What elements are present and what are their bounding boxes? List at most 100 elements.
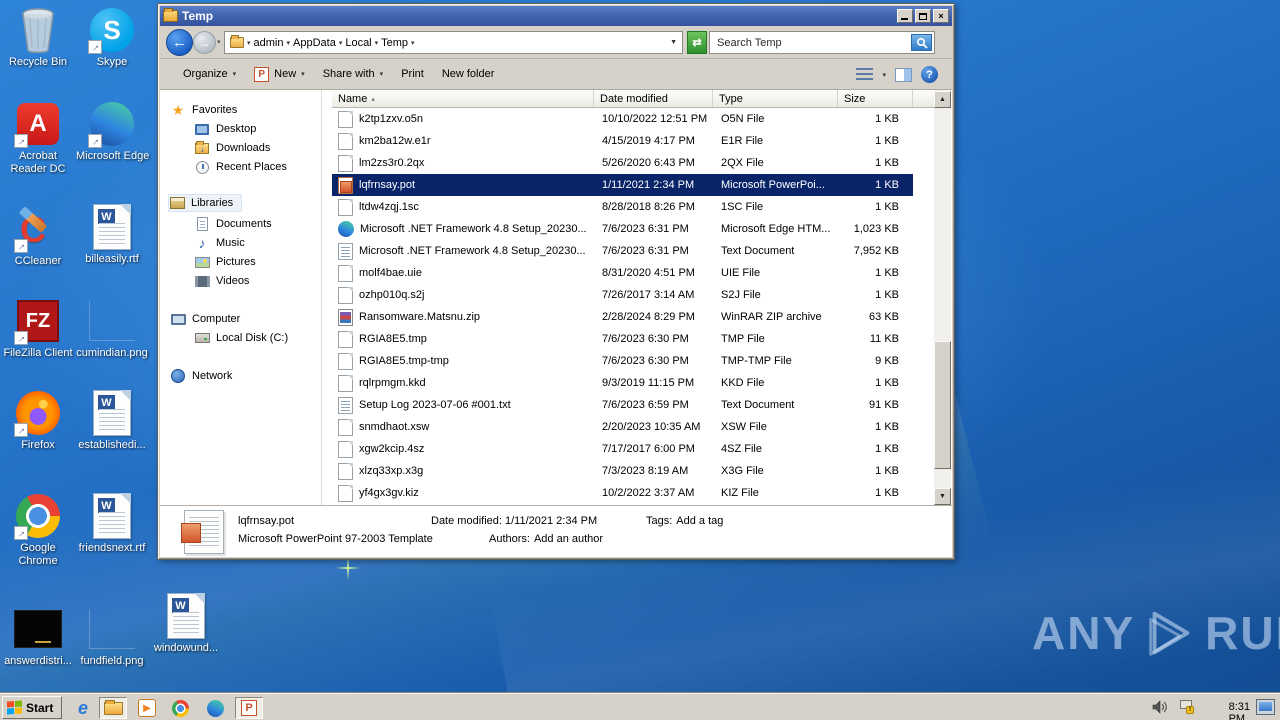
file-row[interactable]: molf4bae.uie 8/31/2020 4:51 PM UIE File … bbox=[332, 262, 913, 284]
file-row[interactable]: rqlrpmgm.kkd 9/3/2019 11:15 PM KKD File … bbox=[332, 372, 913, 394]
taskbar-edge[interactable] bbox=[204, 697, 226, 719]
file-row[interactable]: k2tp1zxv.o5n 10/10/2022 12:51 PM O5N Fil… bbox=[332, 108, 913, 130]
file-row[interactable]: snmdhaot.xsw 2/20/2023 10:35 AM XSW File… bbox=[332, 416, 913, 438]
desktop-icon-skype[interactable]: S → Skype bbox=[76, 6, 148, 69]
taskbar-clock[interactable]: 8:31 PM bbox=[1229, 701, 1250, 720]
file-row[interactable]: km2ba12w.e1r 4/15/2019 4:17 PM E1R File … bbox=[332, 130, 913, 152]
column-header-date-modified[interactable]: Date modified bbox=[594, 90, 713, 107]
breadcrumb[interactable]: ▾ admin ▾ AppData ▾ Local ▾ Temp ▾ ▼ bbox=[224, 31, 683, 54]
address-dropdown-icon[interactable]: ▼ bbox=[670, 39, 677, 46]
print-button[interactable]: Print bbox=[392, 64, 433, 84]
sidebar-item-local-disk-c[interactable]: Local Disk (C:) bbox=[194, 329, 288, 347]
breadcrumb-separator-icon[interactable]: ▾ bbox=[339, 39, 343, 47]
desktop-icon-chrome[interactable]: → Google Chrome bbox=[2, 492, 74, 568]
sidebar-section-network[interactable]: Network bbox=[170, 367, 232, 385]
file-row[interactable]: Ransomware.Matsnu.zip 2/28/2024 8:29 PM … bbox=[332, 306, 913, 328]
sidebar-item-videos[interactable]: Videos bbox=[194, 272, 249, 290]
desktop-icon-firefox[interactable]: → Firefox bbox=[2, 389, 74, 452]
scroll-down-button[interactable]: ▼ bbox=[934, 488, 951, 505]
sidebar-item-downloads[interactable]: ↓ Downloads bbox=[194, 139, 270, 157]
sidebar-section-favorites[interactable]: ★ Favorites bbox=[170, 101, 238, 119]
help-icon[interactable]: ? bbox=[921, 66, 938, 83]
sidebar-item-recent-places[interactable]: Recent Places bbox=[194, 158, 287, 176]
breadcrumb-separator-icon[interactable]: ▾ bbox=[286, 39, 290, 47]
details-add-tag-link[interactable]: Add a tag bbox=[676, 515, 723, 527]
forward-button[interactable]: → bbox=[193, 31, 216, 54]
file-row[interactable]: RGIA8E5.tmp-tmp 7/6/2023 6:30 PM TMP-TMP… bbox=[332, 350, 913, 372]
shortcut-arrow-icon: → bbox=[13, 238, 29, 254]
desktop-icon-ccleaner[interactable]: C → CCleaner bbox=[2, 205, 74, 268]
desktop-icon-recycle-bin[interactable]: Recycle Bin bbox=[2, 6, 74, 69]
desktop-icon-fundfield[interactable]: fundfield.png bbox=[76, 605, 148, 668]
pane-divider bbox=[321, 90, 322, 505]
file-row[interactable]: ltdw4zqj.1sc 8/28/2018 8:26 PM 1SC File … bbox=[332, 196, 913, 218]
taskbar-media-player[interactable]: ▶ bbox=[136, 697, 158, 719]
taskbar-windows-explorer-active[interactable] bbox=[99, 697, 127, 719]
start-button[interactable]: Start bbox=[2, 696, 62, 719]
new-button[interactable]: P New ▾ bbox=[245, 63, 314, 86]
close-button[interactable]: × bbox=[933, 9, 949, 23]
breadcrumb-separator-icon[interactable]: ▾ bbox=[375, 39, 379, 47]
sidebar-item-pictures[interactable]: Pictures bbox=[194, 253, 256, 271]
breadcrumb-separator-icon[interactable]: ▾ bbox=[411, 39, 415, 47]
magnifier-icon bbox=[916, 37, 928, 49]
file-row[interactable]: RGIA8E5.tmp 7/6/2023 6:30 PM TMP File 11… bbox=[332, 328, 913, 350]
file-row[interactable]: ozhp010q.s2j 7/26/2017 3:14 AM S2J File … bbox=[332, 284, 913, 306]
file-row[interactable]: Microsoft .NET Framework 4.8 Setup_20230… bbox=[332, 218, 913, 240]
minimize-button[interactable] bbox=[897, 9, 913, 23]
title-bar[interactable]: Temp × bbox=[160, 6, 952, 26]
back-button[interactable]: ← bbox=[166, 29, 193, 56]
sidebar-section-computer[interactable]: Computer bbox=[170, 310, 240, 328]
desktop-icon-friendsnext[interactable]: W friendsnext.rtf bbox=[76, 492, 148, 555]
file-row[interactable]: Microsoft .NET Framework 4.8 Setup_20230… bbox=[332, 240, 913, 262]
taskbar-chrome[interactable] bbox=[169, 697, 191, 719]
sidebar-item-documents[interactable]: Documents bbox=[194, 215, 272, 233]
refresh-button[interactable]: ⇄ bbox=[687, 31, 707, 54]
taskbar-powerpoint-active[interactable]: P bbox=[235, 697, 263, 719]
taskbar-internet-explorer[interactable]: e bbox=[72, 697, 94, 719]
scrollbar-thumb[interactable] bbox=[934, 341, 951, 469]
breadcrumb-segment-temp[interactable]: Temp ▾ bbox=[381, 37, 414, 49]
vertical-scrollbar[interactable]: ▲ ▼ bbox=[934, 90, 951, 505]
maximize-button[interactable] bbox=[915, 9, 931, 23]
desktop-icon-answerdistri[interactable]: answerdistri... bbox=[2, 605, 74, 668]
search-input[interactable]: Search Temp bbox=[717, 37, 782, 49]
breadcrumb-segment-local[interactable]: Local ▾ bbox=[345, 37, 378, 49]
scroll-up-button[interactable]: ▲ bbox=[934, 91, 951, 108]
file-row[interactable]: xlzq33xp.x3g 7/3/2023 8:19 AM X3G File 1… bbox=[332, 460, 913, 482]
desktop-icon-acrobat[interactable]: A → Acrobat Reader DC bbox=[2, 100, 74, 176]
views-icon[interactable] bbox=[856, 67, 874, 82]
desktop-icon-edge[interactable]: → Microsoft Edge bbox=[76, 100, 149, 163]
details-add-author-link[interactable]: Add an author bbox=[534, 533, 603, 545]
search-button[interactable] bbox=[911, 34, 932, 51]
share-with-button[interactable]: Share with ▾ bbox=[314, 64, 393, 84]
column-header-name[interactable]: Name ▴ bbox=[332, 90, 594, 107]
file-row[interactable]: xgw2kcip.4sz 7/17/2017 6:00 PM 4SZ File … bbox=[332, 438, 913, 460]
new-folder-button[interactable]: New folder bbox=[433, 64, 504, 84]
file-row[interactable]: lm2zs3r0.2qx 5/26/2020 6:43 PM 2QX File … bbox=[332, 152, 913, 174]
speaker-icon[interactable] bbox=[1152, 700, 1168, 714]
preview-pane-icon[interactable] bbox=[895, 67, 912, 82]
desktop-icon-established[interactable]: W establishedi... bbox=[76, 389, 148, 452]
sidebar-section-libraries[interactable]: Libraries bbox=[168, 194, 243, 212]
search-box[interactable]: Search Temp bbox=[709, 31, 935, 54]
desktop-icon-cumindian[interactable]: cumindian.png bbox=[76, 297, 148, 360]
sidebar-item-music[interactable]: ♪ Music bbox=[194, 234, 245, 252]
desktop-icon-windowund[interactable]: W windowund... bbox=[150, 592, 222, 655]
history-chevron-icon[interactable]: ▾ bbox=[217, 38, 221, 46]
organize-button[interactable]: Organize ▾ bbox=[174, 64, 245, 84]
file-row[interactable]: Setup Log 2023-07-06 #001.txt 7/6/2023 6… bbox=[332, 394, 913, 416]
desktop-icon-filezilla[interactable]: FZ → FileZilla Client bbox=[2, 297, 74, 360]
column-header-type[interactable]: Type bbox=[713, 90, 838, 107]
file-row[interactable]: yf4gx3gv.kiz 10/2/2022 3:37 AM KIZ File … bbox=[332, 482, 913, 504]
desktop-icon-billeasily[interactable]: W billeasily.rtf bbox=[76, 203, 148, 266]
breadcrumb-segment-admin[interactable]: admin ▾ bbox=[254, 37, 290, 49]
chevron-down-icon[interactable]: ▾ bbox=[882, 71, 886, 79]
network-warning-icon[interactable]: ! bbox=[1178, 700, 1194, 714]
column-header-size[interactable]: Size bbox=[838, 90, 913, 107]
sidebar-item-desktop[interactable]: Desktop bbox=[194, 120, 256, 138]
breadcrumb-segment-appdata[interactable]: AppData ▾ bbox=[293, 37, 342, 49]
file-row-selected[interactable]: lqfrnsay.pot 1/11/2021 2:34 PM Microsoft… bbox=[332, 174, 913, 196]
show-desktop-icon[interactable] bbox=[1256, 699, 1275, 715]
breadcrumb-separator-icon[interactable]: ▾ bbox=[247, 39, 251, 47]
